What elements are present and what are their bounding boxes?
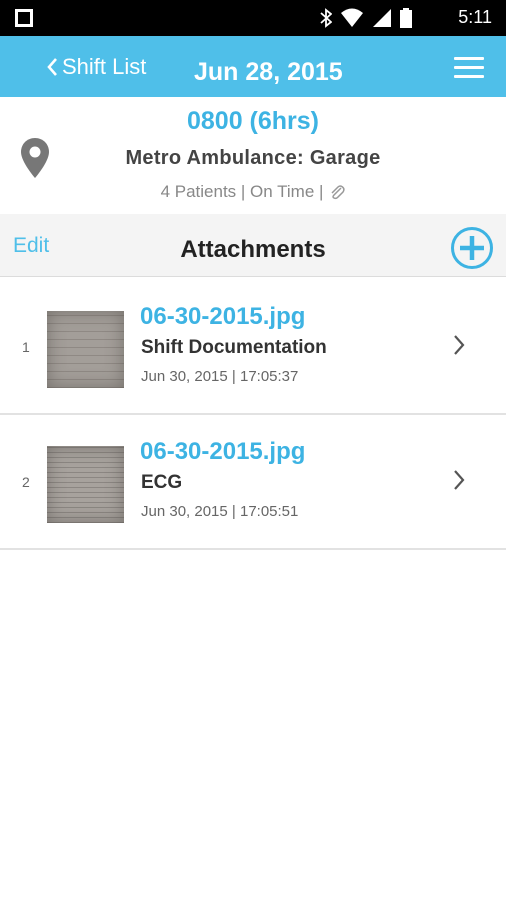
attachment-thumbnail [47,446,124,523]
back-button[interactable]: Shift List [46,54,146,80]
file-date: Jun 30, 2015 | 17:05:37 [141,368,299,385]
attachments-list: 1 06-30-2015.jpg Shift Documentation Jun… [0,280,506,550]
file-description: Shift Documentation [141,337,327,358]
status-icons [320,8,412,28]
shift-summary: 0800 (6hrs) Metro Ambulance: Garage 4 Pa… [0,97,506,214]
chevron-right-icon [454,335,465,355]
file-name: 06-30-2015.jpg [140,303,306,330]
battery-icon [400,8,412,28]
attachment-thumbnail [47,311,124,388]
paperclip-icon [331,185,346,200]
status-bar: 5:11 [0,0,506,36]
attachments-title: Attachments [180,236,326,263]
item-index: 1 [22,339,30,355]
list-item[interactable]: 2 06-30-2015.jpg ECG Jun 30, 2015 | 17:0… [0,415,506,550]
chevron-left-icon [47,58,57,76]
file-name: 06-30-2015.jpg [140,438,306,465]
app-header: Shift List Jun 28, 2015 [0,36,506,97]
shift-meta: 4 Patients | On Time | [0,182,506,202]
signal-icon [373,9,391,27]
list-item[interactable]: 1 06-30-2015.jpg Shift Documentation Jun… [0,280,506,415]
wifi-icon [341,8,363,27]
overview-square-icon [15,9,33,27]
shift-location: Metro Ambulance: Garage [125,147,381,169]
hamburger-menu-icon[interactable] [454,57,484,79]
item-index: 2 [22,474,30,490]
page-title: Jun 28, 2015 [194,58,343,86]
attachments-header: Edit Attachments [0,214,506,277]
shift-meta-text: 4 Patients | On Time | [160,182,324,201]
shift-time: 0800 (6hrs) [186,107,320,135]
status-time: 5:11 [458,7,492,27]
chevron-right-icon [454,470,465,490]
add-attachment-button[interactable] [450,226,494,270]
file-date: Jun 30, 2015 | 17:05:51 [141,503,299,520]
file-description: ECG [141,472,183,493]
back-button-label: Shift List [62,54,147,79]
bluetooth-icon [320,8,332,28]
